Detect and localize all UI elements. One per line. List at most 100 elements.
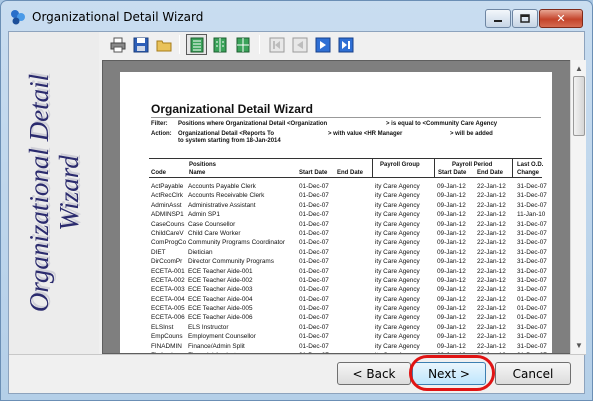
- table-row: ADMINSP1 Admin SP1 01-Dec-07 ity Care Agenc…: [151, 210, 545, 219]
- scroll-up-arrow-icon[interactable]: ▲: [571, 60, 587, 77]
- cell-code: ECETA-005: [151, 305, 185, 313]
- cell-pe: 22-Jan-12: [477, 258, 506, 266]
- col-payroll-period: Payroll Period: [452, 162, 493, 168]
- side-banner-line-1: Organizational Detail: [24, 73, 54, 313]
- cell-name: ELS Instructor: [188, 323, 229, 331]
- cell-od: 01-Dec-07: [517, 305, 547, 313]
- first-page-button[interactable]: [266, 34, 287, 55]
- report-rows: ActPayable Accounts Payable Clerk 01-Dec-0…: [151, 182, 547, 353]
- vertical-scrollbar[interactable]: ▲ ▼: [570, 60, 586, 354]
- window-title: Organizational Detail Wizard: [32, 10, 204, 24]
- cell-od: 31-Dec-07: [517, 201, 547, 209]
- cell-start: 01-Dec-07: [299, 229, 329, 237]
- cell-start: 01-Dec-07: [299, 342, 329, 350]
- cell-group: ity Care Agency: [375, 248, 420, 256]
- cell-code: ComProgCo: [151, 239, 187, 247]
- single-page-view-button[interactable]: [186, 34, 207, 55]
- cell-ps: 09-Jan-12: [437, 258, 466, 266]
- previous-page-icon: [292, 37, 307, 52]
- cell-group: ity Care Agency: [375, 342, 420, 350]
- filter-text-b: > is equal to <Community Care Agency: [386, 121, 498, 127]
- minimize-button[interactable]: [485, 9, 511, 28]
- cell-name: Accounts Receivable Clerk: [188, 192, 265, 200]
- cell-ps: 09-Jan-12: [437, 192, 466, 200]
- cancel-button[interactable]: Cancel: [495, 362, 571, 385]
- report-preview-area[interactable]: Organizational Detail Wizard Filter: Pos…: [102, 60, 572, 354]
- previous-page-button[interactable]: [289, 34, 310, 55]
- maximize-icon: [520, 14, 530, 23]
- cell-group: ity Care Agency: [375, 333, 420, 341]
- app-icon: [11, 10, 25, 25]
- cell-od: 31-Dec-07: [517, 342, 547, 350]
- multi-page-view-button[interactable]: [232, 34, 253, 55]
- cell-start: 01-Dec-07: [299, 323, 329, 331]
- cell-ps: 09-Jan-12: [437, 239, 466, 247]
- cell-ps: 09-Jan-12: [437, 211, 466, 219]
- cell-code: DirCcomPr: [151, 258, 183, 266]
- cell-code: ActPayable: [151, 183, 184, 190]
- table-row: ECETA-003 ECE Teacher Aide-003 01-Dec-07 it…: [151, 285, 547, 294]
- cell-start: 01-Dec-07: [299, 192, 329, 200]
- cell-ps: 09-Jan-12: [437, 248, 466, 256]
- cell-group: ity Care Agency: [375, 286, 420, 294]
- last-page-button[interactable]: [335, 34, 356, 55]
- cell-pe: 22-Jan-12: [477, 305, 506, 313]
- scroll-thumb[interactable]: [573, 76, 585, 136]
- cell-code: AdminAsst: [151, 201, 182, 209]
- table-row: ECETA-006 ECE Teacher Aide-006 01-Dec-07 it…: [151, 313, 547, 322]
- cell-name: ECE Teacher Aide-006: [188, 314, 253, 322]
- table-row: EmpCouns Employment Counsellor 01-Dec-07 it…: [151, 332, 547, 341]
- cell-ps: 09-Jan-12: [437, 305, 466, 313]
- cell-name: Community Programs Coordinator: [188, 239, 285, 247]
- title-bar[interactable]: Organizational Detail Wizard ✕: [1, 1, 592, 31]
- cell-name: Director Community Programs: [188, 258, 274, 266]
- minimize-icon: [494, 19, 502, 22]
- open-button[interactable]: [153, 34, 174, 55]
- cell-name: Finance/Admin Split: [188, 342, 245, 350]
- cell-od: 11-Jan-10: [517, 211, 546, 219]
- next-page-button[interactable]: [312, 34, 333, 55]
- cell-name: Administrative Assistant: [188, 201, 256, 209]
- single-page-icon: [190, 37, 203, 52]
- cell-od: 31-Dec-07: [517, 267, 547, 275]
- col-pp-end: End Date: [477, 170, 504, 176]
- cell-pe: 22-Jan-12: [477, 239, 506, 247]
- col-start-date: Start Date: [299, 170, 328, 176]
- cell-start: 01-Dec-07: [299, 239, 329, 247]
- maximize-button[interactable]: [512, 9, 538, 28]
- wizard-client-area: Organizational Detail Wizard Organizatio…: [8, 31, 586, 394]
- close-button[interactable]: ✕: [539, 9, 583, 28]
- cell-name: ECE Teacher Aide-001: [188, 267, 253, 275]
- two-page-view-button[interactable]: [209, 34, 230, 55]
- col-positions: Positions: [189, 162, 217, 168]
- scroll-down-arrow-icon[interactable]: ▼: [571, 337, 587, 354]
- cell-name: ECE Teacher Aide-003: [188, 286, 253, 294]
- side-banner: Organizational Detail Wizard: [9, 32, 99, 354]
- table-row: ECETA-002 ECE Teacher Aide-002 01-Dec-07 it…: [151, 276, 547, 285]
- cell-od: 31-Dec-07: [517, 258, 547, 266]
- cell-group: ity Care Agency: [375, 183, 420, 190]
- cell-pe: 22-Jan-12: [477, 229, 506, 237]
- cell-code: FINADMIN: [151, 342, 182, 350]
- table-row: FINADMIN Finance/Admin Split 01-Dec-07 ity …: [151, 342, 547, 351]
- save-icon: [133, 37, 148, 52]
- cell-od: 31-Dec-07: [517, 276, 547, 284]
- cell-pe: 22-Jan-12: [477, 342, 506, 350]
- cell-od: 31-Dec-07: [517, 323, 547, 331]
- table-row: ChildCareV Child Care Worker 01-Dec-07 ity …: [151, 229, 547, 238]
- cell-od: 01-Dec-07: [517, 295, 547, 303]
- action-label: Action:: [151, 131, 172, 137]
- cell-name: Accounts Payable Clerk: [188, 183, 256, 190]
- cell-start: 01-Dec-07: [299, 183, 329, 190]
- save-button[interactable]: [130, 34, 151, 55]
- back-button[interactable]: < Back: [337, 362, 411, 385]
- side-banner-line-2: Wizard: [54, 155, 84, 231]
- cell-group: ity Care Agency: [375, 305, 420, 313]
- cell-start: 01-Dec-07: [299, 295, 329, 303]
- close-icon: ✕: [556, 13, 566, 25]
- table-row: AdminAsst Administrative Assistant 01-Dec-…: [151, 201, 547, 210]
- cell-name: ECE Teacher Aide-005: [188, 305, 253, 313]
- print-button[interactable]: [107, 34, 128, 55]
- table-row: ECETA-004 ECE Teacher Aide-004 01-Dec-07 it…: [151, 295, 547, 304]
- first-page-icon: [269, 37, 284, 52]
